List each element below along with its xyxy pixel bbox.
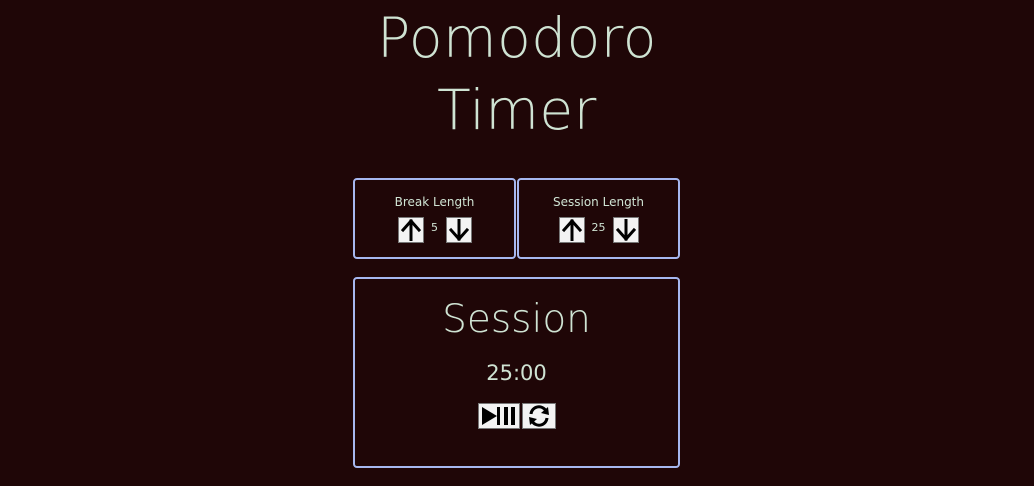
page-title-line-1: Pomodoro xyxy=(377,6,657,70)
start-stop-button[interactable] xyxy=(477,403,520,429)
break-length-panel: Break Length 5 xyxy=(353,178,516,259)
time-left: 25:00 xyxy=(486,361,547,385)
session-increment-button[interactable] xyxy=(558,217,585,243)
session-length-value: 25 xyxy=(591,220,606,234)
break-label: Break Length xyxy=(394,195,475,209)
page-title-line-2: Timer xyxy=(437,78,597,142)
timer-panel: Session 25:00 xyxy=(353,277,680,468)
refresh-icon xyxy=(528,405,549,427)
pomodoro-app: Pomodoro Timer Break Length 5 Session Le… xyxy=(0,0,1034,486)
arrow-up-icon xyxy=(400,219,421,241)
play-pause-icon xyxy=(481,407,515,425)
break-decrement-button[interactable] xyxy=(445,217,472,243)
break-length-value: 5 xyxy=(431,220,438,234)
session-controls: 25 xyxy=(519,217,678,243)
break-increment-button[interactable] xyxy=(397,217,424,243)
session-label: Session Length xyxy=(553,195,644,209)
timer-label: Session xyxy=(442,297,591,342)
session-length-panel: Session Length 25 xyxy=(517,178,680,259)
arrow-down-icon xyxy=(448,219,469,241)
reset-button[interactable] xyxy=(521,403,556,429)
arrow-up-icon xyxy=(561,219,582,241)
session-decrement-button[interactable] xyxy=(612,217,639,243)
break-controls: 5 xyxy=(355,217,514,243)
timer-controls xyxy=(355,403,678,429)
arrow-down-icon xyxy=(615,219,636,241)
